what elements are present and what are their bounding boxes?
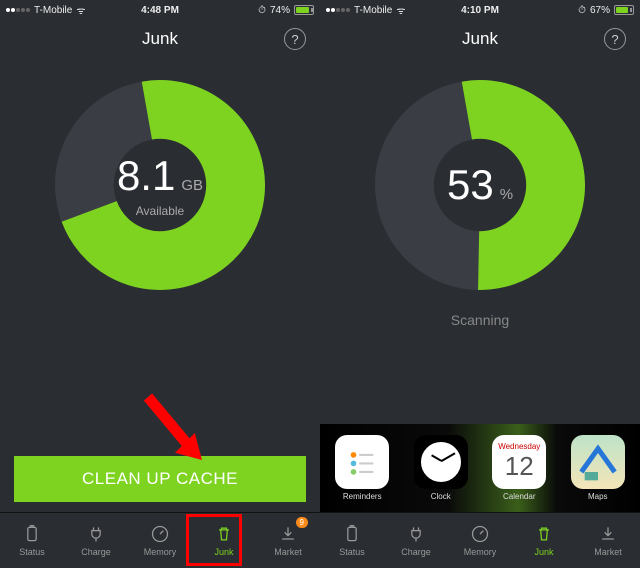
- carrier-label: T-Mobile: [34, 5, 72, 16]
- battery-icon: [614, 5, 634, 15]
- tab-label: Status: [339, 547, 365, 557]
- right-screenshot: T-Mobile ᯤ 4:10 PM ⏱ 67% Junk ? 53% Scan…: [320, 0, 640, 568]
- download-icon: [278, 524, 298, 544]
- tab-label: Market: [274, 547, 302, 557]
- tab-label: Status: [19, 547, 45, 557]
- cal-day: 12: [505, 451, 534, 482]
- app-label: Reminders: [343, 492, 382, 501]
- main-area: 8.1 GB Available: [0, 58, 320, 456]
- tab-status[interactable]: Status: [320, 513, 384, 568]
- ring-unit: %: [500, 186, 513, 203]
- left-screenshot: T-Mobile ᯤ 4:48 PM ⏱ 74% Junk ? 8.1 GB Av…: [0, 0, 320, 568]
- alarm-icon: ⏱: [578, 5, 586, 16]
- app-label: Clock: [431, 492, 451, 501]
- clean-cache-button[interactable]: CLEAN UP CACHE: [14, 456, 306, 502]
- scan-ring: 53%: [375, 80, 585, 290]
- battery-icon: [294, 5, 314, 15]
- red-highlight-box: [186, 514, 242, 566]
- tab-label: Charge: [401, 547, 431, 557]
- app-label: Calendar: [503, 492, 535, 501]
- carrier-label: T-Mobile: [354, 5, 392, 16]
- cal-weekday: Wednesday: [498, 442, 540, 451]
- plug-icon: [406, 524, 426, 544]
- tab-status[interactable]: Status: [0, 513, 64, 568]
- tab-junk[interactable]: Junk: [512, 513, 576, 568]
- badge: 9: [296, 517, 308, 528]
- app-label: Maps: [588, 492, 608, 501]
- status-bar: T-Mobile ᯤ 4:10 PM ⏱ 67%: [320, 0, 640, 20]
- gauge-icon: [150, 524, 170, 544]
- tab-market[interactable]: 9 Market: [256, 513, 320, 568]
- alarm-icon: ⏱: [258, 5, 266, 16]
- help-icon[interactable]: ?: [604, 28, 626, 50]
- app-calendar[interactable]: Wednesday12 Calendar: [485, 435, 554, 501]
- tab-memory[interactable]: Memory: [128, 513, 192, 568]
- download-icon: [598, 524, 618, 544]
- gauge-icon: [470, 524, 490, 544]
- app-reminders[interactable]: Reminders: [328, 435, 397, 501]
- storage-ring: 8.1 GB Available: [55, 80, 265, 290]
- page-title: Junk: [142, 29, 178, 49]
- nav-bar: Junk ?: [320, 20, 640, 58]
- maps-icon: [571, 435, 625, 489]
- battery-pct: 67%: [590, 5, 610, 16]
- app-maps[interactable]: Maps: [564, 435, 633, 501]
- tab-bar: Status Charge Memory Junk 9Market: [0, 512, 320, 568]
- ring-unit: GB: [181, 177, 203, 194]
- clock-label: 4:48 PM: [141, 5, 179, 16]
- nav-bar: Junk ?: [0, 20, 320, 58]
- status-bar: T-Mobile ᯤ 4:48 PM ⏱ 74%: [0, 0, 320, 20]
- page-title: Junk: [462, 29, 498, 49]
- ring-sublabel: Available: [136, 204, 184, 218]
- ring-value: 8.1: [117, 152, 175, 200]
- signal-dots-icon: [6, 8, 30, 12]
- app-clock[interactable]: Clock: [407, 435, 476, 501]
- tab-label: Memory: [464, 547, 497, 557]
- wifi-icon: ᯤ: [76, 3, 85, 17]
- clock-icon: [414, 435, 468, 489]
- tab-label: Market: [594, 547, 622, 557]
- battery-icon: [342, 524, 362, 544]
- reminders-icon: [335, 435, 389, 489]
- clock-label: 4:10 PM: [461, 5, 499, 16]
- trash-icon: [534, 524, 554, 544]
- signal-dots-icon: [326, 8, 350, 12]
- battery-pct: 74%: [270, 5, 290, 16]
- battery-icon: [22, 524, 42, 544]
- scanning-label: Scanning: [451, 312, 509, 328]
- tab-charge[interactable]: Charge: [384, 513, 448, 568]
- ring-value: 53: [447, 161, 494, 209]
- calendar-icon: Wednesday12: [492, 435, 546, 489]
- tab-label: Memory: [144, 547, 177, 557]
- tab-label: Charge: [81, 547, 111, 557]
- tab-charge[interactable]: Charge: [64, 513, 128, 568]
- tab-bar: Status Charge Memory Junk Market: [320, 512, 640, 568]
- help-icon[interactable]: ?: [284, 28, 306, 50]
- tab-market[interactable]: Market: [576, 513, 640, 568]
- dock: Reminders Clock Wednesday12 Calendar Maps: [320, 424, 640, 512]
- plug-icon: [86, 524, 106, 544]
- wifi-icon: ᯤ: [396, 3, 405, 17]
- tab-memory[interactable]: Memory: [448, 513, 512, 568]
- tab-label: Junk: [534, 547, 553, 557]
